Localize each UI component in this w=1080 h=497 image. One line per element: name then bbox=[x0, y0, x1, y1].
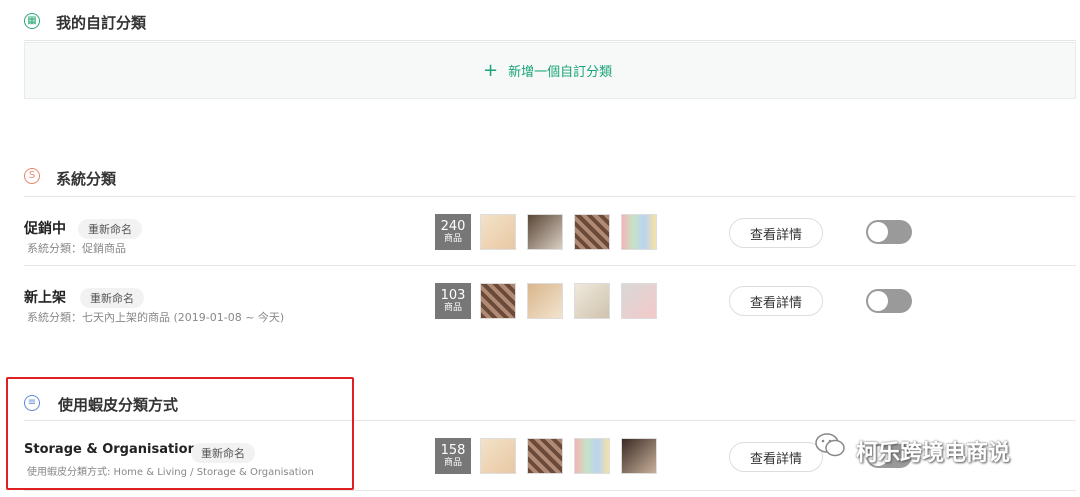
product-thumbnail bbox=[527, 438, 563, 474]
product-thumbnail bbox=[621, 438, 657, 474]
add-custom-category-button[interactable]: + 新增一個自訂分類 bbox=[483, 61, 612, 80]
product-thumbnail bbox=[480, 283, 516, 319]
view-details-button[interactable]: 查看詳情 bbox=[729, 286, 823, 316]
toggle-knob bbox=[868, 291, 888, 311]
system-category-icon: S bbox=[24, 168, 40, 184]
view-details-button[interactable]: 查看詳情 bbox=[729, 218, 823, 248]
product-count-badge: 103 商品 bbox=[435, 283, 471, 319]
product-count-badge: 240 商品 bbox=[435, 214, 471, 250]
product-thumbnail bbox=[480, 214, 516, 250]
product-thumbnail bbox=[527, 283, 563, 319]
rename-button[interactable]: 重新命名 bbox=[80, 288, 144, 308]
product-count: 103 bbox=[440, 288, 466, 303]
highlight-box bbox=[6, 377, 354, 490]
system-section-title: 系統分類 bbox=[56, 170, 117, 188]
divider bbox=[24, 196, 1076, 197]
category-subtitle: 系統分類：促銷商品 bbox=[27, 242, 126, 255]
divider bbox=[24, 490, 1076, 491]
category-subtitle: 系統分類：七天內上架的商品 (2019-01-08 ~ 今天) bbox=[27, 311, 285, 324]
custom-section-title: 我的自訂分類 bbox=[56, 14, 147, 32]
custom-category-icon: ▦ bbox=[24, 13, 40, 29]
product-thumbnail bbox=[574, 214, 610, 250]
visibility-toggle[interactable] bbox=[866, 220, 912, 244]
plus-icon: + bbox=[483, 59, 499, 81]
product-thumbnail bbox=[527, 214, 563, 250]
wechat-icon bbox=[815, 433, 845, 457]
product-thumbnail bbox=[480, 438, 516, 474]
add-custom-category-box[interactable]: + 新增一個自訂分類 bbox=[24, 42, 1076, 99]
visibility-toggle[interactable] bbox=[866, 289, 912, 313]
product-thumbnail bbox=[574, 438, 610, 474]
divider bbox=[24, 40, 1076, 41]
watermark-text: 柯乐跨境电商说 bbox=[856, 441, 1011, 466]
add-custom-category-label: 新增一個自訂分類 bbox=[508, 65, 613, 80]
product-count-badge: 158 商品 bbox=[435, 438, 471, 474]
product-count: 240 bbox=[440, 219, 466, 234]
product-thumbnail bbox=[621, 214, 657, 250]
product-thumbnail bbox=[621, 283, 657, 319]
rename-button[interactable]: 重新命名 bbox=[78, 219, 142, 239]
divider bbox=[24, 265, 1076, 266]
toggle-knob bbox=[868, 222, 888, 242]
category-name: 促銷中 bbox=[24, 221, 66, 237]
product-count-unit: 商品 bbox=[443, 303, 462, 313]
product-count-unit: 商品 bbox=[443, 458, 462, 468]
product-count: 158 bbox=[440, 443, 466, 458]
view-details-button[interactable]: 查看詳情 bbox=[729, 442, 823, 472]
category-name: 新上架 bbox=[24, 290, 66, 306]
product-count-unit: 商品 bbox=[443, 234, 462, 244]
product-thumbnail bbox=[574, 283, 610, 319]
